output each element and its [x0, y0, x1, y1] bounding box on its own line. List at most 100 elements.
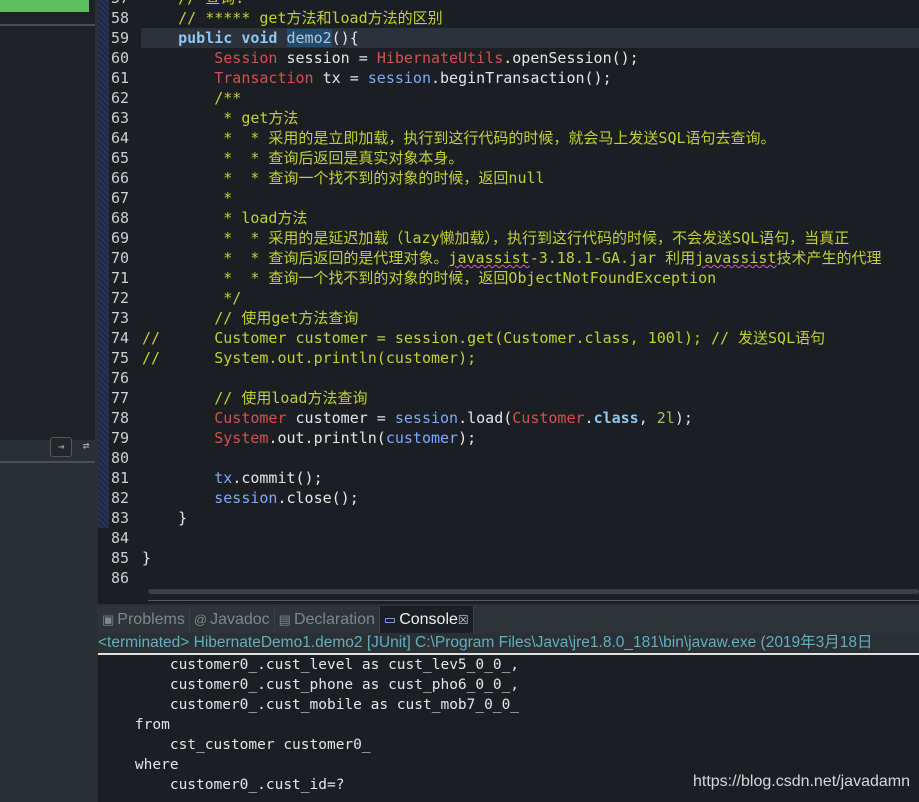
line-number: 76: [110, 369, 129, 387]
line-number: 71: [110, 269, 129, 287]
left-toolbar: ⇥ ⇄: [50, 437, 96, 457]
code-token: javassist: [695, 249, 777, 267]
code-token: Customer: [214, 409, 287, 427]
code-token: }: [142, 549, 152, 567]
console-line: from: [100, 717, 170, 733]
line-number: 81: [110, 469, 129, 487]
line-number: 63: [110, 109, 129, 127]
line-number: 72: [110, 289, 129, 307]
tab-declaration[interactable]: ▤ Declaration: [275, 606, 380, 633]
code-line: }: [142, 548, 151, 568]
code-line: // 使用get方法查询: [142, 308, 358, 328]
code-token: // 使用get方法查询: [214, 309, 359, 327]
line-number: 60: [110, 49, 129, 67]
code-token: .out.println(: [268, 429, 386, 447]
code-token: javassist: [448, 249, 530, 267]
line-number: 79: [110, 429, 129, 447]
code-line: // System.out.println(customer);: [142, 348, 476, 368]
code-token: .close();: [277, 489, 359, 507]
line-number: 69: [110, 229, 129, 247]
code-token: * * 查询一个找不到的对象的时候，返回ObjectNotFoundExcept…: [142, 269, 717, 287]
code-token: );: [674, 409, 693, 427]
code-line: public void demo2(){: [142, 28, 359, 48]
code-token: -3.18.1-GA.jar 利用: [529, 249, 696, 267]
code-token: * get方法: [142, 109, 299, 127]
code-token: public void: [178, 29, 287, 47]
code-line: * * 查询后返回的是代理对象。javassist-3.18.1-GA.jar …: [142, 248, 881, 268]
code-editor[interactable]: 57 // 查询: 58 // ***** get方法和load方法的区别 59 p…: [98, 0, 919, 604]
code-token: * * 查询后返回的是代理对象。: [142, 249, 449, 267]
line-number: 75: [110, 349, 129, 367]
code-token: System: [214, 429, 269, 447]
console-line: customer0_.cust_phone as cust_pho6_0_0_,: [100, 677, 520, 693]
code-token: * * 查询一个找不到的对象的时候，返回null: [142, 169, 545, 187]
console-line: where: [100, 757, 179, 773]
code-token: Customer: [512, 409, 585, 427]
code-line: session.close();: [142, 488, 359, 508]
code-line: * load方法: [142, 208, 307, 228]
line-number: 62: [110, 89, 129, 107]
line-number: 83: [110, 509, 129, 527]
code-token: HibernateUtils: [376, 49, 504, 67]
code-line: tx.commit();: [142, 468, 322, 488]
code-token: * * 查询后返回是真实对象本身。: [142, 149, 464, 167]
code-line: * * 采用的是立即加载，执行到这行代码的时候，就会马上发送SQL语句去查询。: [142, 128, 776, 148]
tab-label: Declaration: [293, 610, 375, 628]
code-line: * * 查询后返回是真实对象本身。: [142, 148, 463, 168]
collapse-all-icon[interactable]: ⇥: [50, 437, 72, 457]
code-token: .beginTransaction();: [431, 69, 612, 87]
code-token: session: [367, 69, 431, 87]
console-line: cst_customer customer0_: [100, 737, 371, 753]
tab-label: Console: [399, 610, 458, 628]
close-icon[interactable]: ☒: [458, 613, 469, 627]
line-number: 77: [110, 389, 129, 407]
code-line: Session session = HibernateUtils.openSes…: [142, 48, 638, 68]
line-number: 67: [110, 189, 129, 207]
tab-javadoc[interactable]: @ Javadoc: [190, 606, 275, 633]
code-line: }: [142, 508, 187, 528]
code-token: class: [593, 409, 639, 427]
code-token: 技术产生的代理: [776, 249, 882, 267]
code-token: session: [214, 489, 278, 507]
at-icon: @: [193, 612, 208, 627]
code-line: System.out.println(customer);: [142, 428, 476, 448]
line-number: 74: [110, 329, 129, 347]
console-line: customer0_.cust_mobile as cust_mob7_0_0_: [100, 697, 520, 713]
code-token: tx: [214, 469, 233, 487]
code-token: session: [394, 409, 459, 427]
code-line: Customer customer = session.load(Custome…: [142, 408, 693, 428]
line-number: 64: [110, 129, 129, 147]
horizontal-scrollbar[interactable]: [148, 589, 919, 594]
line-number: 70: [110, 249, 129, 267]
line-number: 86: [110, 569, 129, 587]
code-token: // ***** get方法和load方法的区别: [178, 9, 443, 27]
code-line: // Customer customer = session.get(Custo…: [142, 328, 825, 348]
code-token: .load(: [458, 409, 513, 427]
code-token: * * 采用的是立即加载，执行到这行代码的时候，就会马上发送SQL语句去查询。: [142, 129, 776, 147]
code-line: /**: [142, 88, 241, 108]
line-number: 80: [110, 449, 129, 467]
console-line: customer0_.cust_id=?: [100, 777, 345, 793]
tab-problems[interactable]: ▣ Problems: [98, 606, 190, 633]
package-explorer: [0, 0, 95, 440]
divider: [0, 24, 95, 26]
code-token: // 使用load方法查询: [214, 389, 368, 407]
code-token: // 查询:: [178, 0, 244, 7]
tab-console[interactable]: ▭ Console ☒: [379, 606, 474, 633]
code-token: tx =: [313, 69, 368, 87]
code-line: *: [142, 188, 232, 208]
link-with-editor-icon[interactable]: ⇄: [76, 437, 96, 455]
divider: [0, 461, 95, 463]
line-number: 66: [110, 169, 129, 187]
code-token: ,: [638, 409, 657, 427]
code-token: session =: [277, 49, 377, 67]
code-token: }: [142, 509, 188, 527]
code-line: // 使用load方法查询: [142, 388, 367, 408]
